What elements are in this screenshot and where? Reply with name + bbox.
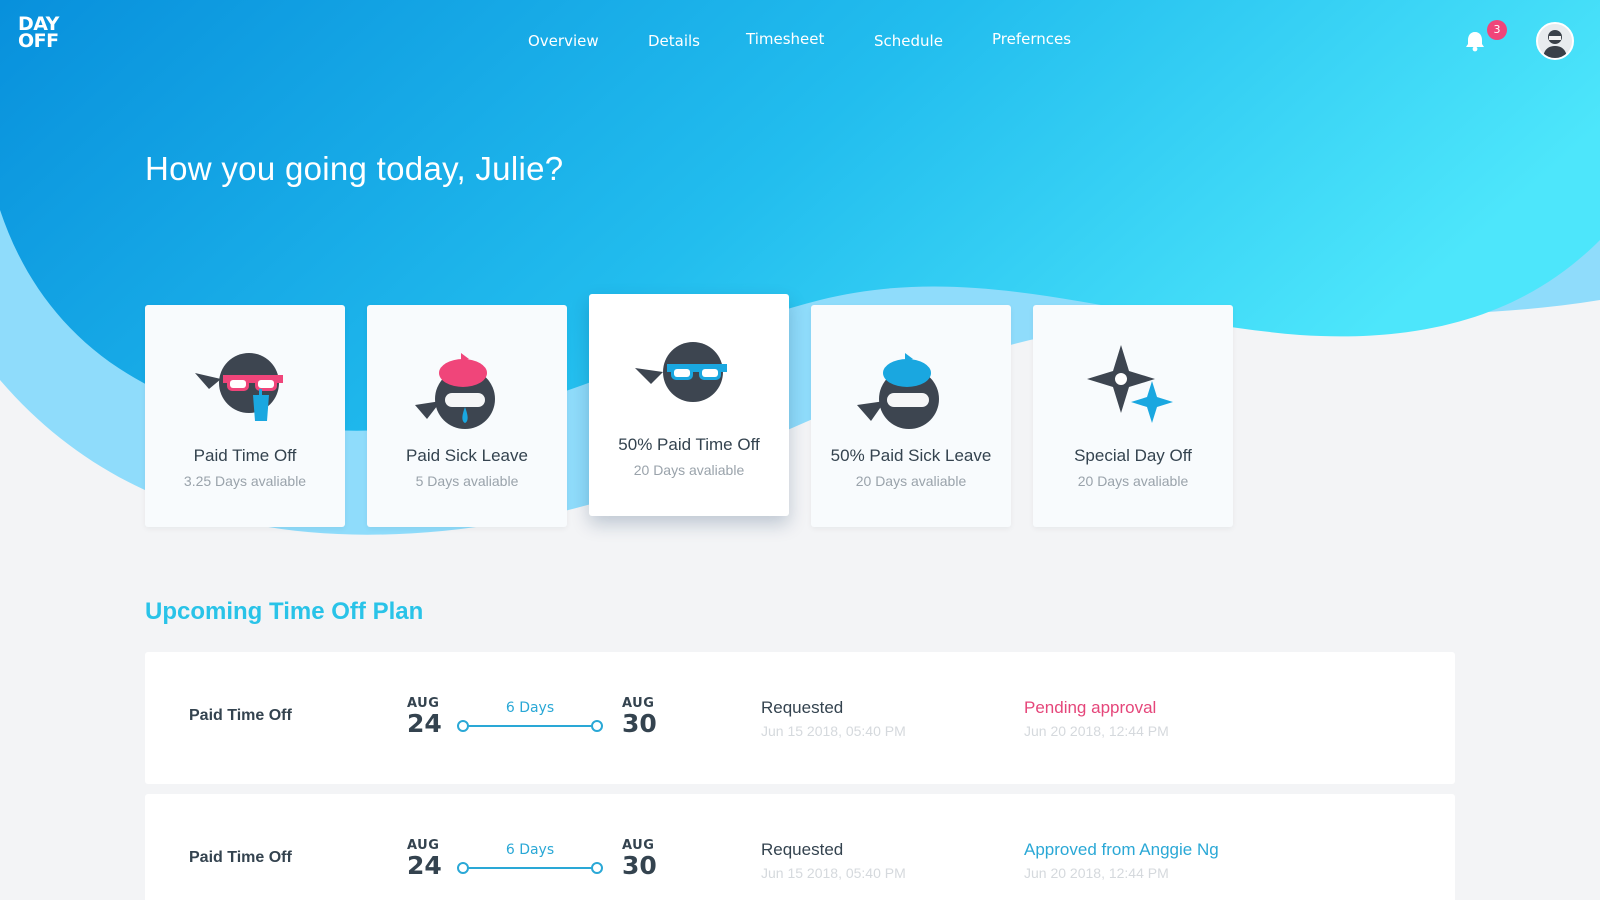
end-date: AUG 30 [622, 838, 657, 879]
plan-type: Paid Time Off [189, 849, 292, 866]
duration-label: 6 Days [505, 700, 555, 716]
leave-card-paid-sick-leave[interactable]: Paid Sick Leave 5 Days avaliable [367, 305, 567, 527]
status-label[interactable]: Approved from Anggie Ng [1024, 840, 1219, 860]
status-time: Jun 20 2018, 12:44 PM [1024, 865, 1169, 881]
ninja-sunglasses-icon [635, 342, 727, 402]
card-subtitle: 5 Days avaliable [415, 473, 519, 489]
end-date: AUG 30 [622, 696, 657, 737]
nav-preferences[interactable]: Prefernces [992, 30, 1071, 48]
end-day: 30 [622, 709, 657, 738]
leave-card-50-paid-sick-leave[interactable]: 50% Paid Sick Leave 20 Days avaliable [811, 305, 1011, 527]
ninja-sick-icepack-icon [415, 353, 495, 429]
bell-icon[interactable] [1462, 28, 1488, 54]
nav-timesheet[interactable]: Timesheet [746, 30, 824, 48]
plan-type: Paid Time Off [189, 707, 292, 724]
status-time: Jun 20 2018, 12:44 PM [1024, 723, 1169, 739]
card-title: Paid Sick Leave [406, 446, 528, 465]
card-title: 50% Paid Sick Leave [830, 446, 992, 465]
requested-label: Requested [761, 698, 844, 717]
card-title: Paid Time Off [193, 446, 297, 465]
card-subtitle: 3.25 Days avaliable [183, 473, 307, 489]
timeline-end-dot [591, 720, 603, 732]
nav-overview[interactable]: Overview [528, 32, 599, 50]
timeline-start-dot [457, 862, 469, 874]
time-off-plan-row[interactable]: Paid Time Off AUG 24 6 Days AUG 30 Reque… [145, 652, 1455, 784]
start-date: AUG 24 [407, 838, 442, 879]
avatar[interactable] [1536, 22, 1574, 60]
greeting-heading: How you going today, Julie? [145, 150, 564, 187]
card-title: 50% Paid Time Off [618, 435, 760, 454]
card-title: Special Day Off [1074, 446, 1192, 465]
nav-schedule[interactable]: Schedule [874, 32, 943, 50]
timeline-end-dot [591, 862, 603, 874]
requested-time: Jun 15 2018, 05:40 PM [761, 723, 906, 739]
duration-label: 6 Days [505, 842, 555, 858]
leave-card-special-day-off[interactable]: Special Day Off 20 Days avaliable [1033, 305, 1233, 527]
ninja-sick-blue-icepack-icon [857, 353, 939, 429]
upcoming-section-title: Upcoming Time Off Plan [145, 598, 424, 625]
card-subtitle: 20 Days avaliable [855, 473, 967, 489]
leave-card-paid-time-off[interactable]: Paid Time Off 3.25 Days avaliable [145, 305, 345, 527]
duration-timeline: 6 Days [457, 700, 603, 740]
status-label: Pending approval [1024, 698, 1157, 717]
leave-card-50-paid-time-off[interactable]: 50% Paid Time Off 20 Days avaliable [589, 294, 789, 516]
shuriken-sparkle-icon [1087, 345, 1173, 423]
user-avatar-icon [1538, 24, 1572, 58]
timeline-start-dot [457, 720, 469, 732]
nav-details[interactable]: Details [648, 32, 700, 50]
start-day: 24 [407, 851, 442, 880]
start-day: 24 [407, 709, 442, 738]
start-date: AUG 24 [407, 696, 442, 737]
ninja-sunglasses-drink-icon [195, 353, 283, 421]
timeline-line [463, 725, 597, 727]
duration-timeline: 6 Days [457, 842, 603, 882]
timeline-line [463, 867, 597, 869]
time-off-plan-row[interactable]: Paid Time Off AUG 24 6 Days AUG 30 Reque… [145, 794, 1455, 900]
main-nav: Overview Details Timesheet Schedule Pref… [0, 30, 1600, 54]
card-subtitle: 20 Days avaliable [1077, 473, 1189, 489]
requested-time: Jun 15 2018, 05:40 PM [761, 865, 906, 881]
notification-badge: 3 [1487, 20, 1507, 40]
card-subtitle: 20 Days avaliable [633, 462, 745, 478]
end-day: 30 [622, 851, 657, 880]
requested-label: Requested [761, 840, 844, 859]
